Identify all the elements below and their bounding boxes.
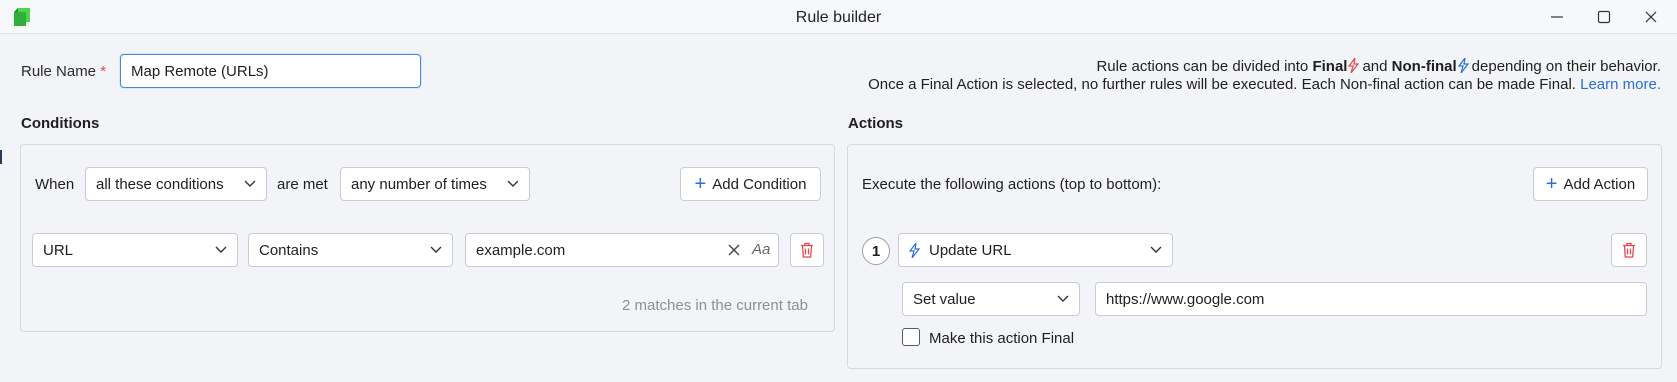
actions-intro: Execute the following actions (top to bo… [862,176,1162,193]
add-condition-button[interactable]: + Add Condition [680,167,821,201]
make-final-label: Make this action Final [929,330,1075,347]
rule-name-label: Rule Name * [21,63,107,80]
chevron-down-icon [430,246,442,253]
condition-match-select[interactable]: all these conditions [85,167,267,201]
condition-times-value: any number of times [351,175,487,193]
maximize-button[interactable] [1581,0,1627,34]
clear-icon[interactable] [728,244,740,256]
action-step-number: 1 [862,237,890,265]
window-title: Rule builder [795,9,882,26]
add-action-button[interactable]: + Add Action [1533,167,1648,201]
conditions-title: Conditions [21,115,100,132]
close-button[interactable] [1628,0,1674,34]
action-value-text: https://www.google.com [1106,290,1265,308]
actions-title: Actions [848,115,904,132]
learn-more-link[interactable]: Learn more. [1580,76,1661,93]
chevron-down-icon [1057,295,1069,302]
nonfinal-bolt-icon [909,243,920,258]
trash-icon [801,242,813,258]
final-label: Final [1312,58,1348,75]
nonfinal-label: Non-final [1391,58,1457,75]
action-type-select[interactable]: Update URL [898,233,1173,267]
required-mark: * [100,63,107,80]
chevron-down-icon [507,180,519,187]
minimize-icon [1551,16,1563,18]
window-edge-marker [0,150,2,164]
action-type-value: Update URL [929,241,1012,259]
condition-times-select[interactable]: any number of times [340,167,530,201]
action-mode-value: Set value [913,290,976,308]
plus-icon: + [694,173,707,195]
chevron-down-icon [1150,246,1162,253]
make-final-checkbox[interactable] [902,328,920,346]
add-action-label: Add Action [1563,175,1636,193]
plus-icon: + [1545,173,1558,195]
condition-operator-select[interactable]: Contains [248,233,453,267]
nonfinal-bolt-icon [1457,58,1469,73]
matches-count: 2 matches in the current tab [622,297,808,314]
chevron-down-icon [215,246,227,253]
condition-match-value: all these conditions [96,175,224,193]
maximize-icon [1597,10,1611,24]
final-action-info: Once a Final Action is selected, no furt… [868,76,1661,93]
rule-name-input[interactable]: Map Remote (URLs) [120,54,421,88]
close-icon [1645,11,1657,23]
minimize-button[interactable] [1534,0,1580,34]
condition-field-select[interactable]: URL [32,233,238,267]
title-bar: Rule builder [0,0,1677,34]
delete-action-button[interactable] [1611,233,1647,267]
final-bolt-icon [1348,58,1360,73]
action-value-input[interactable]: https://www.google.com [1095,282,1647,316]
when-label: When [35,176,75,193]
action-mode-select[interactable]: Set value [902,282,1080,316]
trash-icon [1623,242,1635,258]
chevron-down-icon [244,180,256,187]
condition-value-text: example.com [476,241,566,259]
condition-field-value: URL [43,241,74,259]
condition-operator-value: Contains [259,241,319,259]
action-types-info: Rule actions can be divided into Final an… [1096,58,1661,75]
rule-name-value: Map Remote (URLs) [131,62,269,80]
add-condition-label: Add Condition [712,175,807,193]
are-met-label: are met [277,176,328,193]
delete-condition-button[interactable] [790,233,824,267]
case-sensitive-toggle[interactable]: Aa [752,241,770,258]
